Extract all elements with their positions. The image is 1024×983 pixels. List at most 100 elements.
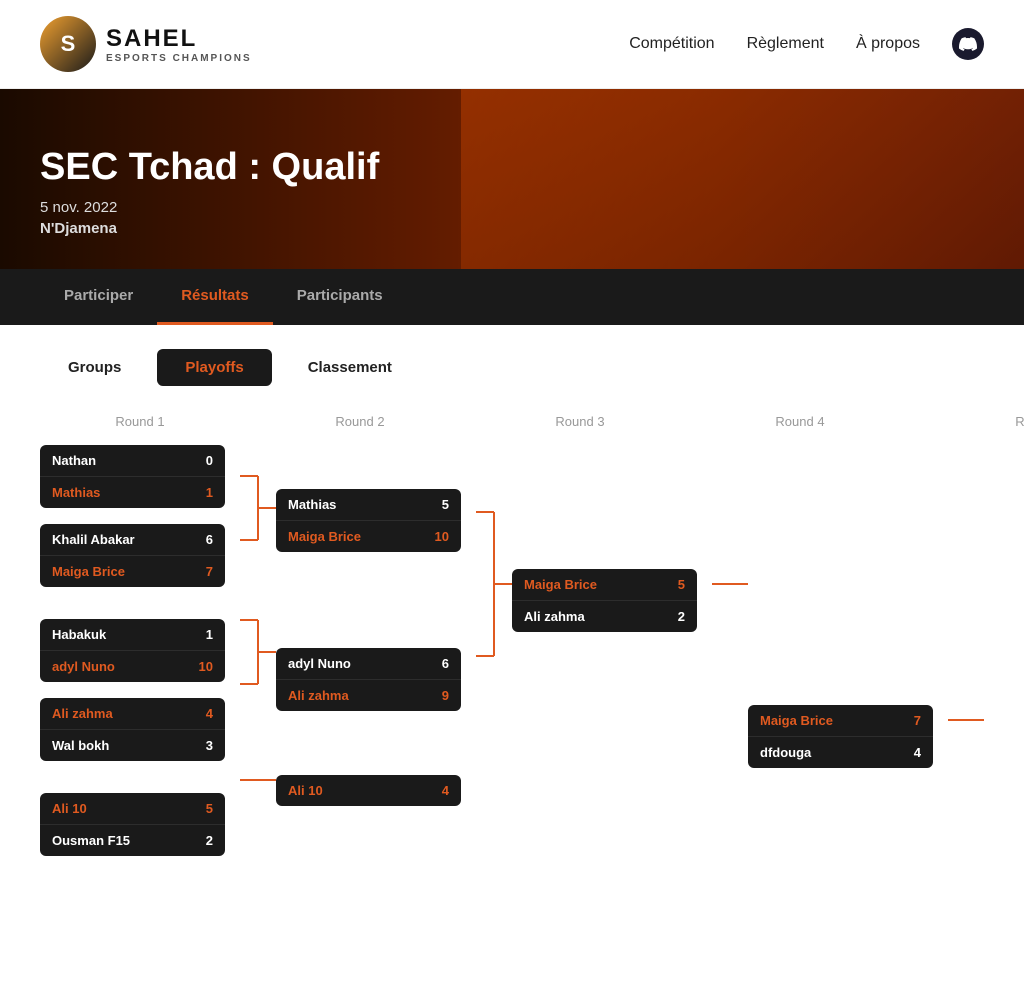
r1-match1: Nathan 0 Mathias 1 [40,445,240,508]
hero-background [461,89,1024,269]
brand-sub: ESPORTS CHAMPIONS [106,53,252,64]
r3-m1-p1: Maiga Brice 5 [512,569,697,600]
r2-match2: adyl Nuno 6 Ali zahma 9 [276,648,476,711]
r1-m4-p1: Ali zahma 4 [40,698,225,729]
connector-svg-1-2 [240,445,276,925]
r2-match1: Mathias 5 Maiga Brice 10 [276,489,476,552]
r2-m1-p1-score: 5 [442,497,449,512]
r3-m1-p1-name: Maiga Brice [524,577,597,592]
r2-m1-p2-score: 10 [435,529,449,544]
hero-content: SEC Tchad : Qualif 5 nov. 2022 N'Djamena [40,147,379,237]
r1-m2-p2: Maiga Brice 7 [40,555,225,587]
r1-m3-p2: adyl Nuno 10 [40,650,225,682]
hero-date: 5 nov. 2022 [40,199,379,216]
r2-m2-p1: adyl Nuno 6 [276,648,461,679]
r1-match3-box: Habakuk 1 adyl Nuno 10 [40,619,225,682]
r1-m4-p2: Wal bokh 3 [40,729,225,761]
filter-playoffs[interactable]: Playoffs [157,349,271,386]
round-header-3: Round 3 [480,414,680,429]
tab-resultats[interactable]: Résultats [157,269,273,325]
connector-svg-3-4 [712,445,748,925]
r1-match2-box: Khalil Abakar 6 Maiga Brice 7 [40,524,225,587]
brand-name: SAHEL [106,25,252,53]
r1-m4-p2-name: Wal bokh [52,738,109,753]
r1-m2-p1-score: 6 [206,532,213,547]
r4-match1: Maiga Brice 7 dfdouga 4 [748,705,948,768]
connector-svg-4-5 [948,445,984,925]
r1-m1-p2: Mathias 1 [40,476,225,508]
r2-match3: Ali 10 4 [276,775,476,806]
logo-icon: S [40,16,96,72]
r1-m4-p1-score: 4 [206,706,213,721]
round-header-5: R [920,414,1024,429]
r2-m1-p2: Maiga Brice 10 [276,520,461,552]
nav-reglement[interactable]: Règlement [747,35,824,53]
round-header-1: Round 1 [40,414,240,429]
r1-m1-p2-score: 1 [206,485,213,500]
bracket-layout: Nathan 0 Mathias 1 Khalil Abakar [40,445,1024,925]
r1-m5-p2-score: 2 [206,833,213,848]
r4-m1-p1-score: 7 [914,713,921,728]
r1-m3-p1: Habakuk 1 [40,619,225,650]
r2-m3-p1-name: Ali 10 [288,783,323,798]
r4-m1-p2: dfdouga 4 [748,736,933,768]
r2-m2-p2-score: 9 [442,688,449,703]
r2-m3-p1: Ali 10 4 [276,775,461,806]
logo-area: S SAHEL ESPORTS CHAMPIONS [40,16,252,72]
r2-match1-box: Mathias 5 Maiga Brice 10 [276,489,461,552]
tab-participer[interactable]: Participer [40,269,157,325]
tab-participants[interactable]: Participants [273,269,407,325]
r2-m1-p1-name: Mathias [288,497,336,512]
r2-m2-p1-score: 6 [442,656,449,671]
r2-m3-p1-score: 4 [442,783,449,798]
main-nav: Compétition Règlement À propos [629,28,984,60]
filter-tabs: Groups Playoffs Classement [40,349,984,386]
r1-m5-p2: Ousman F15 2 [40,824,225,856]
discord-button[interactable] [952,28,984,60]
connector-svg-2-3 [476,445,512,925]
r3-m1-p2-name: Ali zahma [524,609,585,624]
r2-match3-box: Ali 10 4 [276,775,461,806]
r1-m5-p1-score: 5 [206,801,213,816]
r1-m1-p1-name: Nathan [52,453,96,468]
r1-m5-p1-name: Ali 10 [52,801,87,816]
r1-m3-p1-score: 1 [206,627,213,642]
nav-competition[interactable]: Compétition [629,35,714,53]
tabs-bar: Participer Résultats Participants [0,269,1024,325]
r1-m2-p1-name: Khalil Abakar [52,532,135,547]
header: S SAHEL ESPORTS CHAMPIONS Compétition Rè… [0,0,1024,89]
filter-groups[interactable]: Groups [40,349,149,386]
r1-match4: Ali zahma 4 Wal bokh 3 [40,698,240,761]
main-content: Groups Playoffs Classement Round 1 Round… [0,325,1024,949]
r1-m1-p1-score: 0 [206,453,213,468]
r1-m3-p2-score: 10 [199,659,213,674]
r3-match1-box: Maiga Brice 5 Ali zahma 2 [512,569,697,632]
r2-m2-p2-name: Ali zahma [288,688,349,703]
r1-match4-box: Ali zahma 4 Wal bokh 3 [40,698,225,761]
round-header-4: Round 4 [700,414,900,429]
filter-classement[interactable]: Classement [280,349,420,386]
r1-m3-p2-name: adyl Nuno [52,659,115,674]
r3-m1-p2: Ali zahma 2 [512,600,697,632]
r2-m2-p2: Ali zahma 9 [276,679,461,711]
r4-m1-p1: Maiga Brice 7 [748,705,933,736]
discord-icon [959,35,977,53]
r3-m1-p1-score: 5 [678,577,685,592]
r1-match2: Khalil Abakar 6 Maiga Brice 7 [40,524,240,587]
r4-m1-p2-score: 4 [914,745,921,760]
nav-apropos[interactable]: À propos [856,35,920,53]
r1-m4-p2-score: 3 [206,738,213,753]
r4-m1-p1-name: Maiga Brice [760,713,833,728]
round2-col: Mathias 5 Maiga Brice 10 adyl Nuno [276,445,476,806]
round1-col: Nathan 0 Mathias 1 Khalil Abakar [40,445,240,856]
r3-match1: Maiga Brice 5 Ali zahma 2 [512,569,712,632]
logo-text: SAHEL ESPORTS CHAMPIONS [106,25,252,64]
r1-m4-p1-name: Ali zahma [52,706,113,721]
r4-match1-box: Maiga Brice 7 dfdouga 4 [748,705,933,768]
r1-m3-p1-name: Habakuk [52,627,106,642]
r2-match2-box: adyl Nuno 6 Ali zahma 9 [276,648,461,711]
r1-m5-p1: Ali 10 5 [40,793,225,824]
r1-m1-p1: Nathan 0 [40,445,225,476]
r1-m2-p2-name: Maiga Brice [52,564,125,579]
r1-match3: Habakuk 1 adyl Nuno 10 [40,619,240,682]
